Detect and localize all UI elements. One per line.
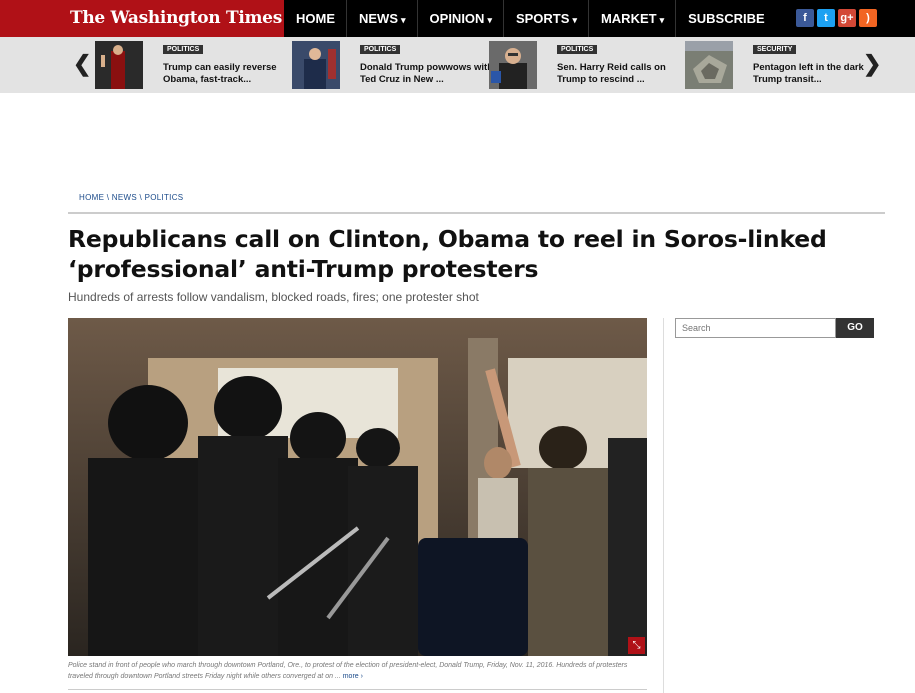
- story-thumbnail[interactable]: [95, 41, 143, 89]
- nav-home[interactable]: HOME: [284, 0, 346, 37]
- story-title[interactable]: Trump can easily reverse Obama, fast-tra…: [163, 62, 298, 86]
- story-title[interactable]: Sen. Harry Reid calls on Trump to rescin…: [557, 62, 692, 86]
- story-category-badge: POLITICS: [557, 45, 598, 54]
- story-title[interactable]: Donald Trump powwows with Ted Cruz in Ne…: [360, 62, 495, 86]
- article-photo[interactable]: ⤡: [68, 318, 647, 656]
- nav-opinion[interactable]: OPINION ▾: [416, 0, 503, 37]
- story-thumbnail[interactable]: [685, 41, 733, 89]
- chevron-down-icon: ▾: [487, 15, 492, 25]
- main-nav: HOME NEWS ▾ OPINION ▾ SPORTS ▾ MARKET ▾ SUBS…: [284, 0, 776, 37]
- caption-more-link[interactable]: more ›: [343, 673, 363, 680]
- story-thumbnail[interactable]: [292, 41, 340, 89]
- photo-caption: Police stand in front of people who marc…: [68, 662, 628, 680]
- breadcrumb-news[interactable]: NEWS: [112, 193, 137, 202]
- google-plus-icon[interactable]: g+: [838, 9, 856, 27]
- twitter-icon[interactable]: t: [817, 9, 835, 27]
- story-category-badge: SECURITY: [753, 45, 797, 54]
- top-navigation-bar: The Washington Times HOME NEWS ▾ OPINION ▾…: [0, 0, 915, 37]
- headline-carousel: ❮ POLITICS Trump can easily reverse Obam…: [0, 37, 915, 93]
- article-subhead: Hundreds of arrests follow vandalism, bl…: [68, 290, 479, 304]
- facebook-icon[interactable]: f: [796, 9, 814, 27]
- breadcrumb-home[interactable]: HOME: [79, 193, 104, 202]
- breadcrumb-politics[interactable]: POLITICS: [145, 193, 184, 202]
- carousel-prev-icon[interactable]: ❮: [73, 51, 91, 77]
- divider: [68, 212, 885, 214]
- search-go-button[interactable]: GO: [836, 318, 874, 338]
- nav-news[interactable]: NEWS ▾: [346, 0, 417, 37]
- divider: [68, 689, 647, 690]
- chevron-down-icon: ▾: [572, 15, 577, 25]
- nav-market[interactable]: MARKET ▾: [587, 0, 675, 37]
- breadcrumb: HOME \ NEWS \ POLITICS: [79, 193, 184, 202]
- story-thumbnail[interactable]: [489, 41, 537, 89]
- story-category-badge: POLITICS: [163, 45, 204, 54]
- story-category-badge: POLITICS: [360, 45, 401, 54]
- site-logo[interactable]: The Washington Times: [0, 0, 284, 37]
- social-links: f t g+ ): [796, 9, 877, 27]
- search-input[interactable]: [675, 318, 836, 338]
- nav-subscribe[interactable]: SUBSCRIBE: [675, 0, 776, 37]
- article-headline: Republicans call on Clinton, Obama to re…: [68, 225, 827, 283]
- column-divider: [663, 318, 664, 693]
- carousel-next-icon[interactable]: ❯: [863, 51, 881, 77]
- chevron-down-icon: ▾: [401, 15, 406, 25]
- chevron-down-icon: ▾: [659, 15, 665, 25]
- nav-sports[interactable]: SPORTS ▾: [502, 0, 588, 37]
- rss-icon[interactable]: ): [859, 9, 877, 27]
- enlarge-photo-icon[interactable]: ⤡: [628, 637, 645, 654]
